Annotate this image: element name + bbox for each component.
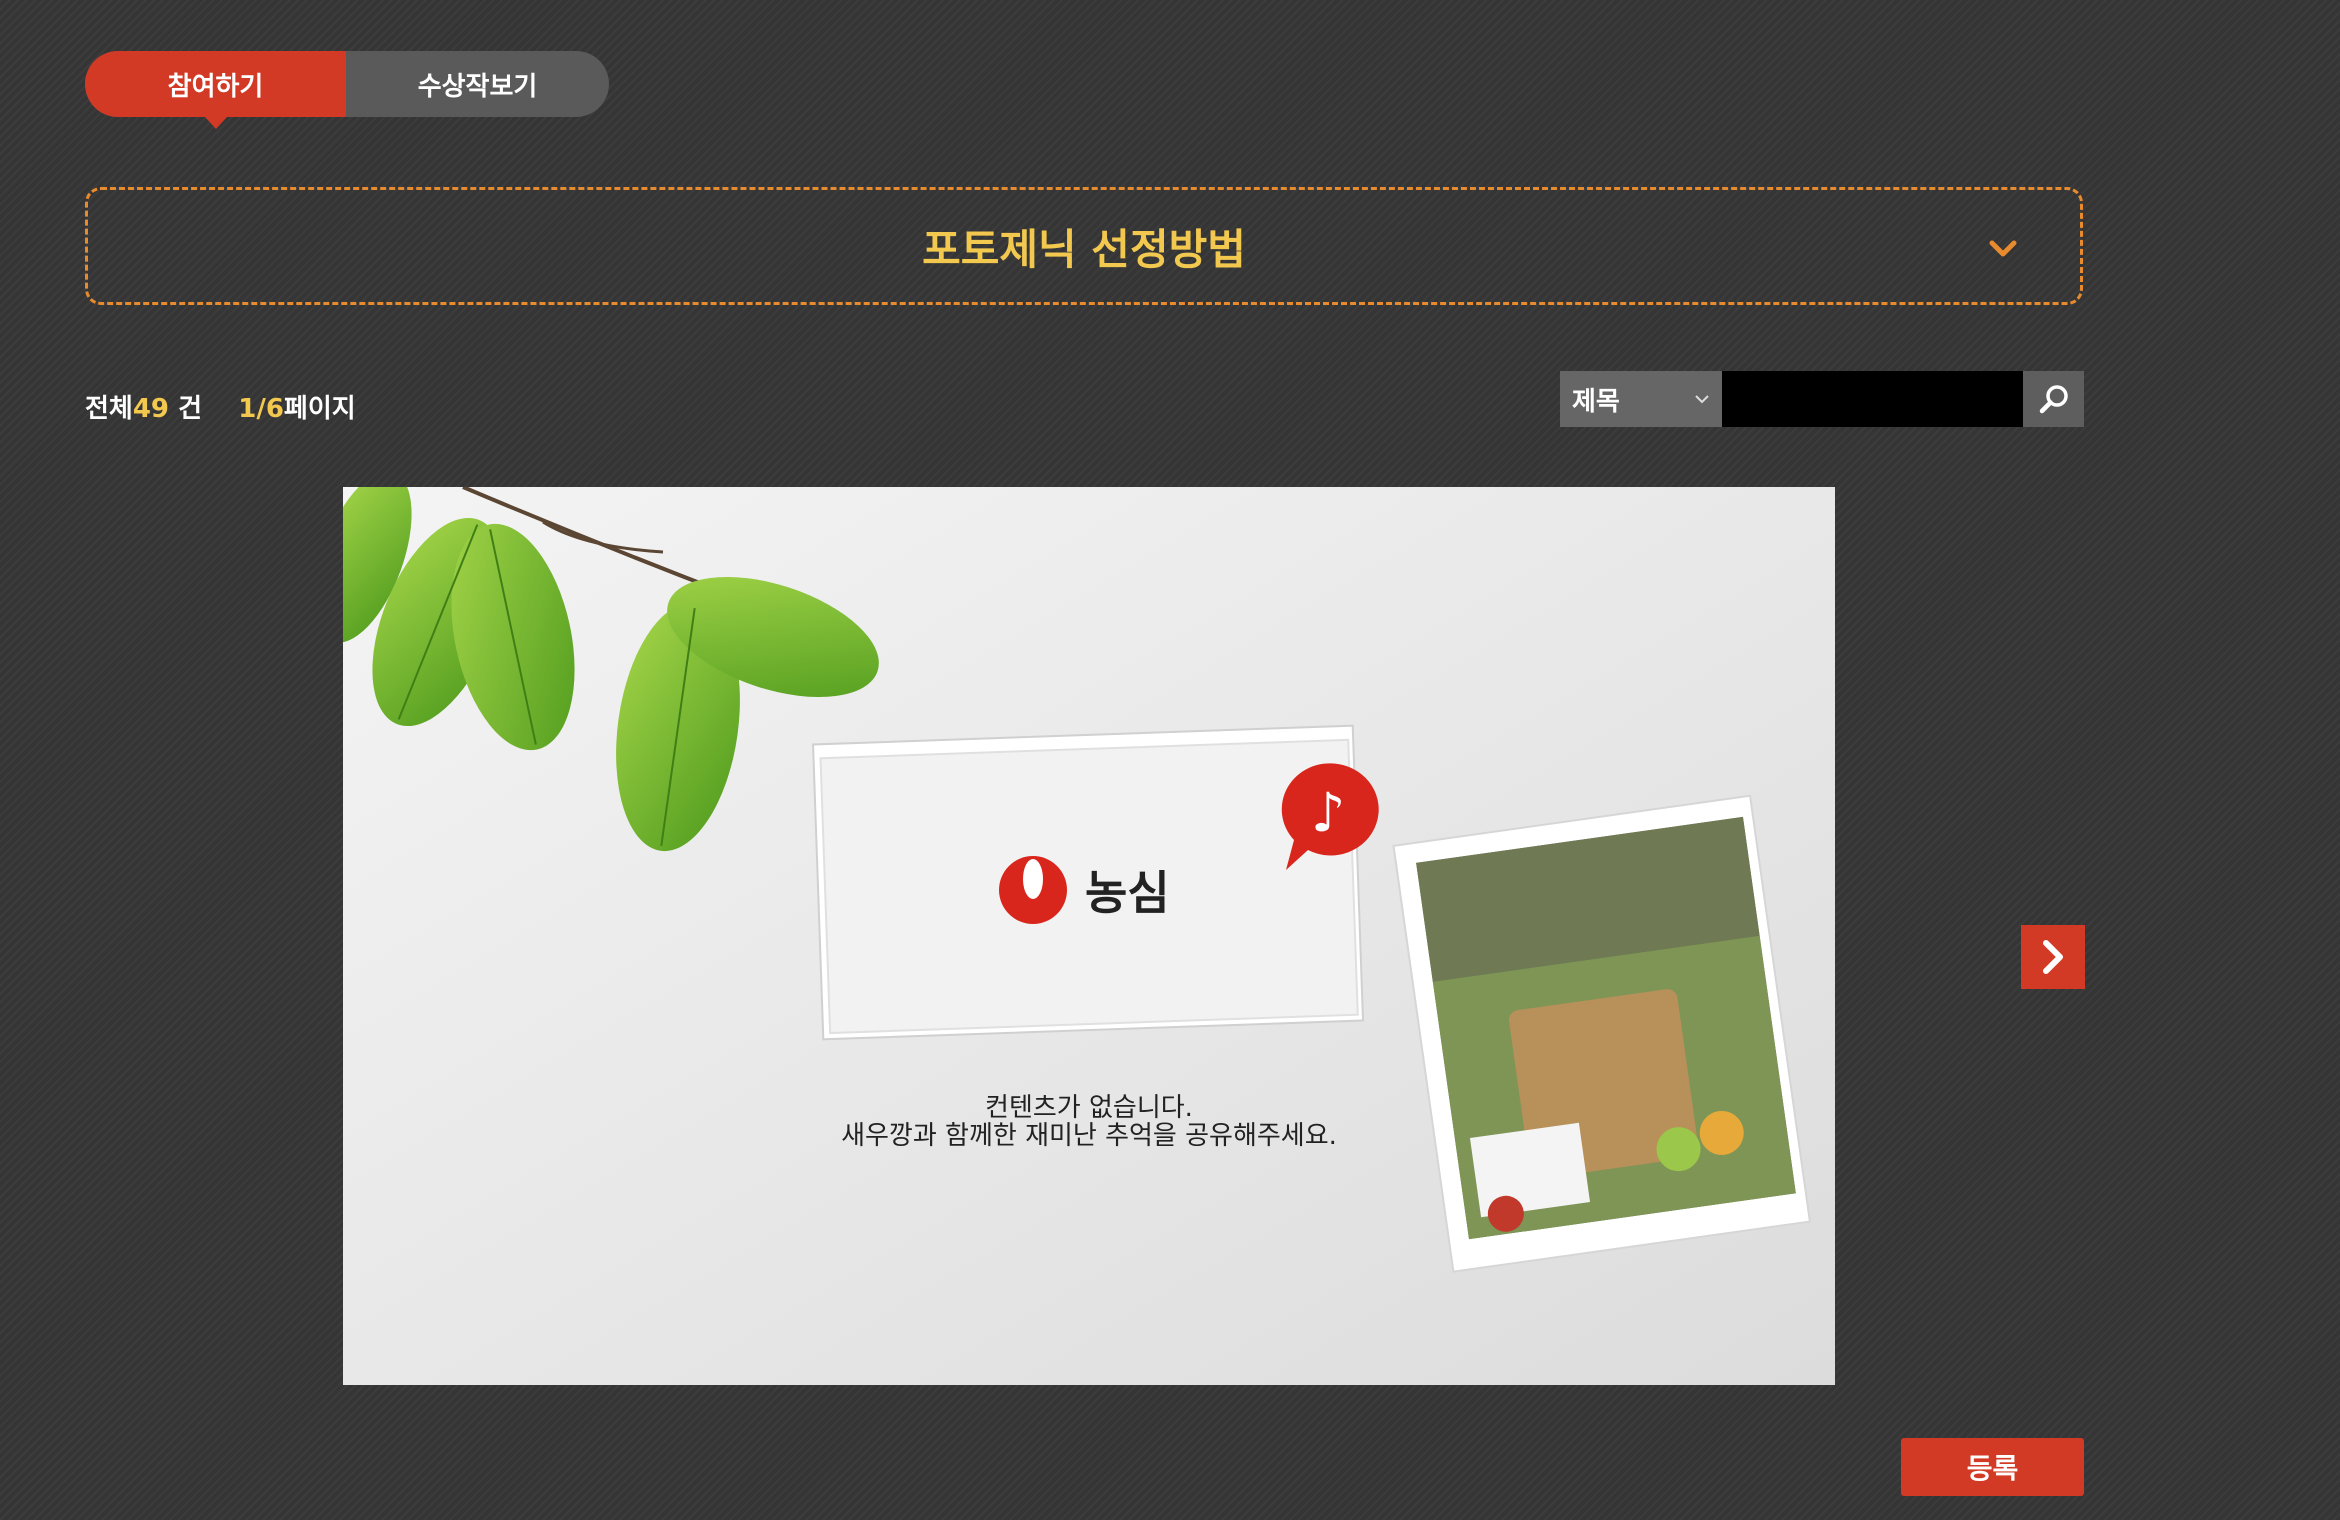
empty-state-card: 농심 ♪ 컨텐츠가 없습니다. 새우깡과 함께한 재미난 추억을 공유해주세요. — [343, 487, 1835, 1385]
chevron-right-icon — [2043, 940, 2063, 974]
page-indicator: 1/6 — [238, 394, 284, 424]
search-input[interactable] — [1722, 371, 2023, 427]
empty-message-line1: 컨텐츠가 없습니다. — [985, 1093, 1193, 1123]
empty-message: 컨텐츠가 없습니다. 새우깡과 함께한 재미난 추억을 공유해주세요. — [343, 1094, 1835, 1150]
empty-state-illustration: 농심 ♪ — [343, 487, 1835, 1385]
empty-message-line2: 새우깡과 함께한 재미난 추억을 공유해주세요. — [841, 1121, 1337, 1151]
search-button[interactable] — [2023, 371, 2084, 427]
total-count: 49 — [132, 394, 170, 424]
tab-winners[interactable]: 수상작보기 — [346, 51, 609, 117]
selection-guide-toggle[interactable]: 포토제닉 선정방법 — [85, 187, 2083, 305]
photo-frame — [1392, 794, 1812, 1273]
chevron-down-icon — [1989, 240, 2017, 257]
list-summary: 전체49 건 1/6페이지 — [85, 388, 356, 425]
page-unit: 페이지 — [283, 394, 356, 424]
search-bar: 제목 — [1560, 371, 2084, 427]
brand-logo-text: 농심 — [1085, 866, 1170, 920]
tab-participate[interactable]: 참여하기 — [85, 51, 346, 129]
total-label: 전체 — [85, 394, 133, 424]
svg-text:♪: ♪ — [1311, 781, 1345, 844]
total-unit: 건 — [169, 394, 203, 424]
next-page-button[interactable] — [2021, 925, 2085, 989]
brand-card: 농심 — [811, 724, 1365, 1041]
guide-title: 포토제닉 선정방법 — [922, 224, 1246, 274]
search-category-value: 제목 — [1572, 386, 1620, 417]
register-button[interactable]: 등록 — [1901, 1438, 2084, 1496]
search-icon — [2039, 385, 2068, 414]
chevron-down-icon — [1695, 395, 1709, 404]
tab-bar: 참여하기 수상작보기 — [85, 51, 609, 129]
search-category-select[interactable]: 제목 — [1560, 371, 1722, 427]
